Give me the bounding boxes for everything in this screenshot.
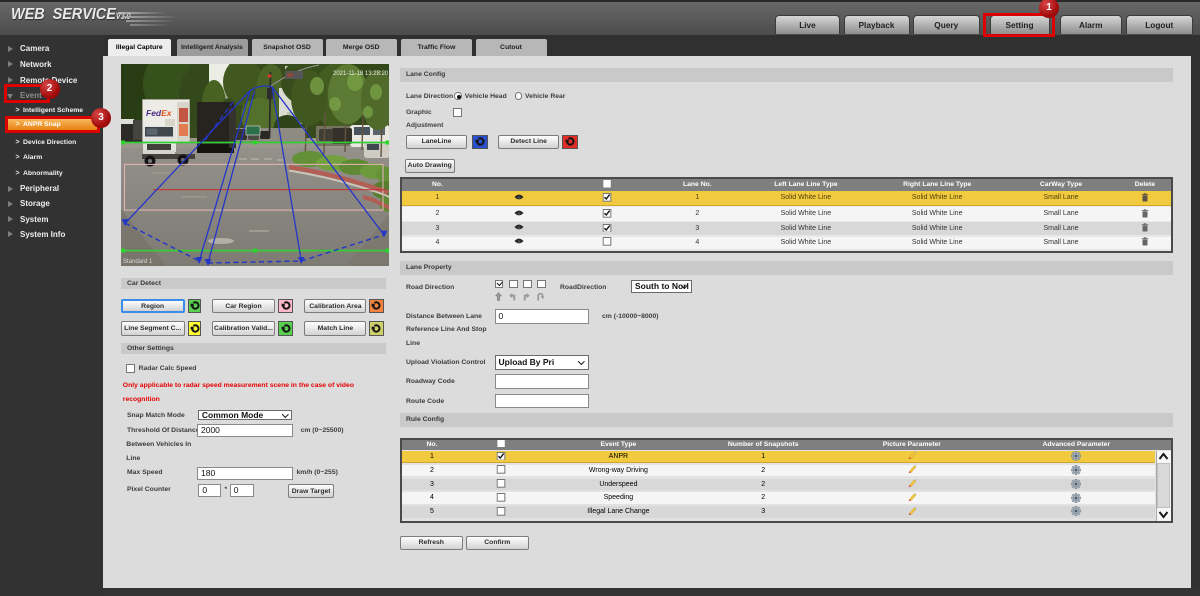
svg-text:FedEx: FedEx xyxy=(146,108,173,118)
svg-text:Standard 1: Standard 1 xyxy=(123,259,153,265)
svg-text:2021-11-18 13:28:20: 2021-11-18 13:28:20 xyxy=(333,71,389,77)
